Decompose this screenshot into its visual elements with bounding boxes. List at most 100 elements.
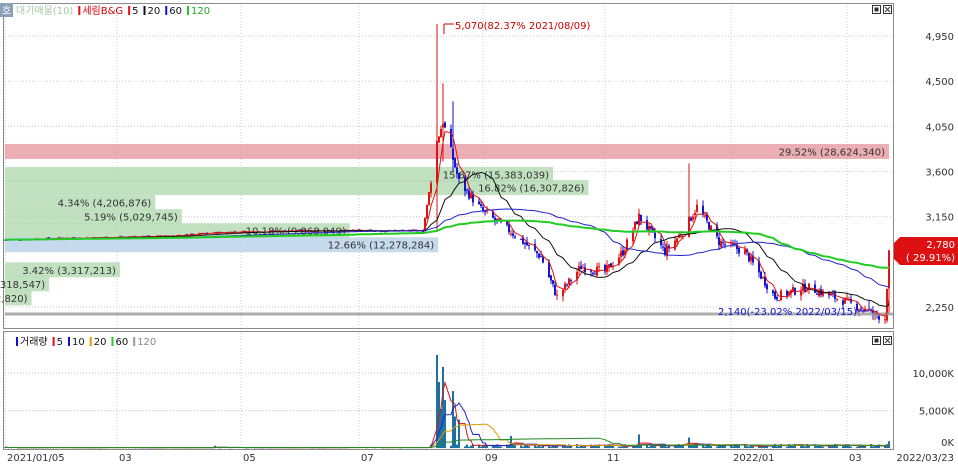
price-legend: 호 대기매물(10) 세림B&G 5 20 60 120 (0, 3, 210, 17)
legend-marker (67, 337, 70, 346)
candle-body (568, 278, 570, 285)
price-volume-chart[interactable]: 29.52% (28,624,340)15.87% (15,383,039)16… (0, 0, 958, 465)
volume-bar (520, 445, 522, 448)
legend-marker (52, 337, 55, 346)
candle-body (566, 284, 568, 286)
candle-body (778, 300, 780, 302)
candle-body (438, 136, 440, 143)
candle-body (786, 290, 788, 296)
volume-bar (494, 445, 496, 448)
corner-tag: 호 (2, 5, 11, 17)
candle-body (646, 220, 648, 230)
x-tick-label: 2021/01/05 (7, 453, 65, 464)
candle-body (620, 251, 622, 257)
volume-bar (464, 446, 466, 448)
volume-bar (680, 445, 682, 448)
volume-bar (804, 446, 806, 448)
volume-bar (528, 446, 530, 448)
volume-bar (654, 446, 656, 448)
volume-bar (648, 446, 650, 448)
candle-body (676, 238, 678, 243)
volume-bar (694, 445, 696, 448)
volume-tick-label: 0K (941, 438, 954, 449)
candle-body (510, 233, 512, 235)
volume-maximize-icon-inner (874, 338, 879, 343)
volume-bar (456, 444, 458, 448)
candle-body (468, 190, 470, 199)
volume-bar (622, 446, 624, 448)
candle-body (466, 189, 468, 191)
legend-marker (165, 6, 168, 15)
candle-body (594, 273, 596, 275)
price-tick-label: 3,600 (925, 168, 954, 179)
candle-body (512, 233, 514, 236)
candle-body (648, 225, 650, 231)
candle-body (722, 242, 724, 244)
volume-bar (578, 446, 580, 448)
supply-zone-label: 3.42% (3,317,213) (22, 266, 116, 277)
current-price-change: ( 29.91%) (906, 253, 955, 264)
current-price-tag: 2,780 ( 29.91%) (894, 237, 958, 265)
candle-body (456, 167, 458, 174)
volume-bar (830, 446, 832, 448)
candle-body (538, 253, 540, 258)
candle-body (694, 212, 696, 216)
candle-body (442, 123, 444, 128)
candle-body (440, 128, 442, 138)
price-tick-label: 3,150 (925, 213, 954, 224)
candle-body (622, 250, 624, 256)
volume-bar (752, 446, 754, 448)
legend-item: 20 (94, 337, 107, 348)
candle-body (430, 183, 432, 193)
candle-body (748, 253, 750, 262)
legend-marker (89, 337, 92, 346)
candle-body (690, 217, 692, 221)
candle-body (662, 246, 664, 248)
volume-bar (596, 445, 598, 448)
candle-body (508, 224, 510, 233)
volume-bar (618, 446, 620, 448)
candle-body (708, 222, 710, 230)
volume-bar (452, 391, 454, 448)
volume-bar (536, 446, 538, 448)
candle-body (444, 122, 446, 128)
volume-bar (776, 446, 778, 448)
price-tick-label: 4,950 (925, 32, 954, 43)
volume-bar (638, 434, 640, 448)
candle-body (562, 290, 564, 297)
candle-body (590, 270, 592, 272)
legend-marker (143, 6, 146, 15)
x-tick-label: 05 (243, 453, 256, 464)
x-tick-label: 03 (849, 453, 862, 464)
legend-item: 5 (132, 6, 138, 17)
candle-body (598, 266, 600, 268)
supply-zone-label: 0.69% (672,820) (0, 294, 28, 305)
supply-zone-label: 29.52% (28,624,340) (779, 147, 885, 158)
legend-marker (128, 6, 131, 15)
volume-bar (716, 446, 718, 448)
candle-body (696, 204, 698, 212)
candle-body (774, 291, 776, 299)
volume-bar (564, 446, 566, 448)
volume-bar (876, 446, 878, 448)
legend-item: 10 (72, 337, 85, 348)
candle-body (554, 284, 556, 296)
volume-bar (620, 446, 622, 448)
candle-body (878, 315, 880, 320)
volume-bar (522, 446, 524, 448)
volume-bar (500, 446, 502, 448)
x-tick-label: 2022/01 (733, 453, 775, 464)
volume-bar (550, 446, 552, 448)
volume-bar (480, 446, 482, 448)
volume-bar (466, 444, 468, 448)
supply-zone-bar (5, 143, 889, 159)
candle-body (564, 283, 566, 289)
candle-body (680, 235, 682, 237)
volume-tick-label: 10,000K (912, 369, 954, 380)
candle-body (766, 284, 768, 290)
candle-body (454, 158, 456, 168)
volume-bar (668, 446, 670, 448)
volume-bar (566, 446, 568, 448)
candle-body (800, 291, 802, 296)
legend-item: 60 (115, 337, 128, 348)
